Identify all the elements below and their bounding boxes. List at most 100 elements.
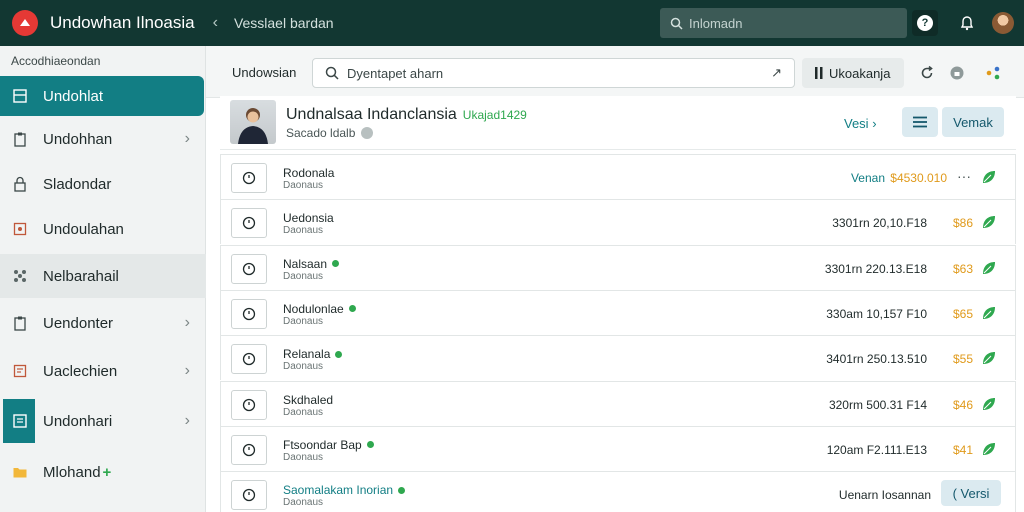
- page-subtitle: Vesslael bardan: [233, 15, 334, 31]
- search-icon: [325, 66, 339, 80]
- user-avatar[interactable]: [992, 12, 1014, 34]
- sidebar-item-undoulahan[interactable]: Undoulahan: [0, 209, 206, 249]
- table-row[interactable]: Uedonsia Daonaus 3301rn 20,10.F18 $86: [220, 199, 1016, 245]
- row-icon-box[interactable]: [231, 253, 267, 284]
- search-icon: [670, 17, 683, 30]
- profile-link[interactable]: Vesi ›: [844, 116, 877, 131]
- chevron-right-icon: ›: [184, 130, 190, 147]
- list-icon: [11, 412, 29, 430]
- sidebar-item-undohlat[interactable]: Undohlat: [0, 76, 204, 116]
- sidebar-item-label: Undohlat: [43, 87, 104, 105]
- content-search[interactable]: ↗: [312, 58, 795, 88]
- bar-icon: [815, 67, 823, 79]
- content-search-input[interactable]: [347, 65, 767, 81]
- share-icon: [986, 66, 1000, 80]
- row-meta: 320rm 500.31 F14: [828, 397, 927, 412]
- leaf-icon: [983, 261, 995, 274]
- leaf-icon: [983, 397, 995, 410]
- table-row[interactable]: Nalsaan Daonaus 3301rn 220.13.E18 $63: [220, 244, 1016, 290]
- help-button[interactable]: ?: [912, 10, 938, 36]
- leaf-icon: [983, 306, 995, 319]
- verified-dot-icon: [366, 441, 374, 449]
- sidebar: Accodhiaeondan Undohlat Undohhan › Slado…: [0, 46, 206, 512]
- sidebar-item-label: Undonhari: [43, 412, 113, 430]
- row-amount: $86: [952, 216, 973, 231]
- list-icon: [11, 87, 29, 105]
- row-title: Relanala: [283, 347, 343, 361]
- row-icon-box[interactable]: [231, 344, 267, 375]
- clock-icon: [242, 262, 256, 275]
- arrow-out-icon[interactable]: ↗: [771, 65, 782, 81]
- row-amount: $65: [952, 306, 973, 321]
- row-amount: $46: [952, 397, 973, 412]
- clock-icon: [242, 217, 256, 230]
- row-subtitle: Daonaus: [283, 225, 324, 237]
- table-row[interactable]: Skdhaled Daonaus 320rm 500.31 F14 $46: [220, 380, 1016, 426]
- row-meta: 120am F2.111.E13: [826, 442, 927, 457]
- table-row[interactable]: Saomalakam Inorian Daonaus Uenarn Iosannan…: [220, 471, 1016, 512]
- row-meta: 3301rn 220.13.E18: [824, 261, 927, 276]
- clipboard-icon: [11, 314, 29, 332]
- row-icon-box[interactable]: [231, 298, 267, 329]
- row-subtitle: Daonaus: [283, 451, 324, 463]
- table-row[interactable]: Relanala Daonaus 3401rn 250.13.510 $55: [220, 335, 1016, 381]
- row-amount: $41: [952, 442, 973, 457]
- chevron-right-icon: ›: [184, 314, 190, 331]
- app-logo[interactable]: [12, 10, 38, 36]
- row-icon-box[interactable]: [231, 163, 267, 193]
- lock-icon: [11, 175, 29, 193]
- sidebar-item-uendonter[interactable]: Uendonter ›: [0, 303, 206, 343]
- user-lock-button[interactable]: [948, 64, 966, 82]
- clock-icon: [242, 353, 256, 366]
- row-icon-box[interactable]: [231, 434, 267, 465]
- sidebar-item-mlohand[interactable]: Mlohand +: [0, 452, 206, 492]
- leaf-icon: [983, 352, 995, 365]
- row-title: Skdhaled: [283, 392, 334, 407]
- sidebar-item-label: Uendonter: [43, 314, 114, 332]
- nodes-icon: [11, 267, 29, 285]
- notifications-button[interactable]: [954, 10, 980, 36]
- row-title: Saomalakam Inorian: [283, 483, 406, 497]
- clock-icon: [242, 443, 256, 456]
- sidebar-heading: Accodhiaeondan: [11, 54, 101, 68]
- row-amount: $4530.010: [890, 171, 947, 185]
- sidebar-item-undohhan[interactable]: Undohhan ›: [0, 119, 206, 159]
- menu-button[interactable]: [902, 107, 938, 137]
- profile-photo[interactable]: [230, 100, 276, 144]
- row-title: Nalsaan: [283, 257, 340, 271]
- sidebar-item-uaclechien[interactable]: Uaclechien ›: [0, 351, 206, 391]
- global-search-input[interactable]: [689, 15, 889, 31]
- refresh-button[interactable]: [918, 64, 936, 82]
- leaf-icon: [983, 171, 995, 183]
- sidebar-item-label: Uaclechien: [43, 362, 118, 380]
- row-title: Rodonala: [283, 166, 335, 180]
- more-options-icon[interactable]: ···: [957, 168, 971, 184]
- sidebar-item-nelbarahail[interactable]: Nelbarahail: [0, 254, 206, 298]
- verified-dot-icon: [332, 260, 340, 268]
- profile-action-button[interactable]: Vemak: [942, 107, 1004, 137]
- refresh-icon: [921, 65, 933, 79]
- table-row[interactable]: Nodulonlae Daonaus 330am 10,157 F10 $65: [220, 289, 1016, 335]
- sidebar-item-undonhari[interactable]: Undonhari ›: [0, 399, 206, 443]
- help-icon: ?: [917, 15, 933, 31]
- row-icon-box[interactable]: [231, 208, 267, 239]
- top-bar: Undowhan Ilnoasia ‹ Vesslael bardan ?: [0, 0, 1024, 46]
- sidebar-item-label: Undohhan: [43, 130, 113, 148]
- leaf-icon: [983, 442, 995, 455]
- table-row[interactable]: Ftsoondar Bap Daonaus 120am F2.111.E13 $41: [220, 425, 1016, 471]
- row-icon-box[interactable]: [231, 480, 267, 511]
- back-chevron-icon[interactable]: ‹: [213, 14, 218, 32]
- table-row[interactable]: Rodonala Daonaus Venan $4530.010 ···: [220, 154, 1016, 199]
- row-amount: $63: [952, 261, 973, 276]
- toolbar-action-button[interactable]: Ukoakanja: [802, 58, 904, 88]
- sidebar-item-label: Sladondar: [43, 175, 112, 193]
- share-button[interactable]: [984, 64, 1002, 82]
- sidebar-item-sladondar[interactable]: Sladondar: [0, 164, 206, 204]
- row-meta: Venan: [850, 171, 885, 185]
- global-search[interactable]: [660, 8, 907, 38]
- profile-subtitle: Sacado ldalb: [286, 126, 374, 140]
- row-subtitle: Daonaus: [283, 497, 324, 509]
- profile-tag: Ukajad1429: [462, 108, 527, 122]
- row-icon-box[interactable]: [231, 389, 267, 420]
- row-action-button[interactable]: ( Versi: [941, 480, 1001, 507]
